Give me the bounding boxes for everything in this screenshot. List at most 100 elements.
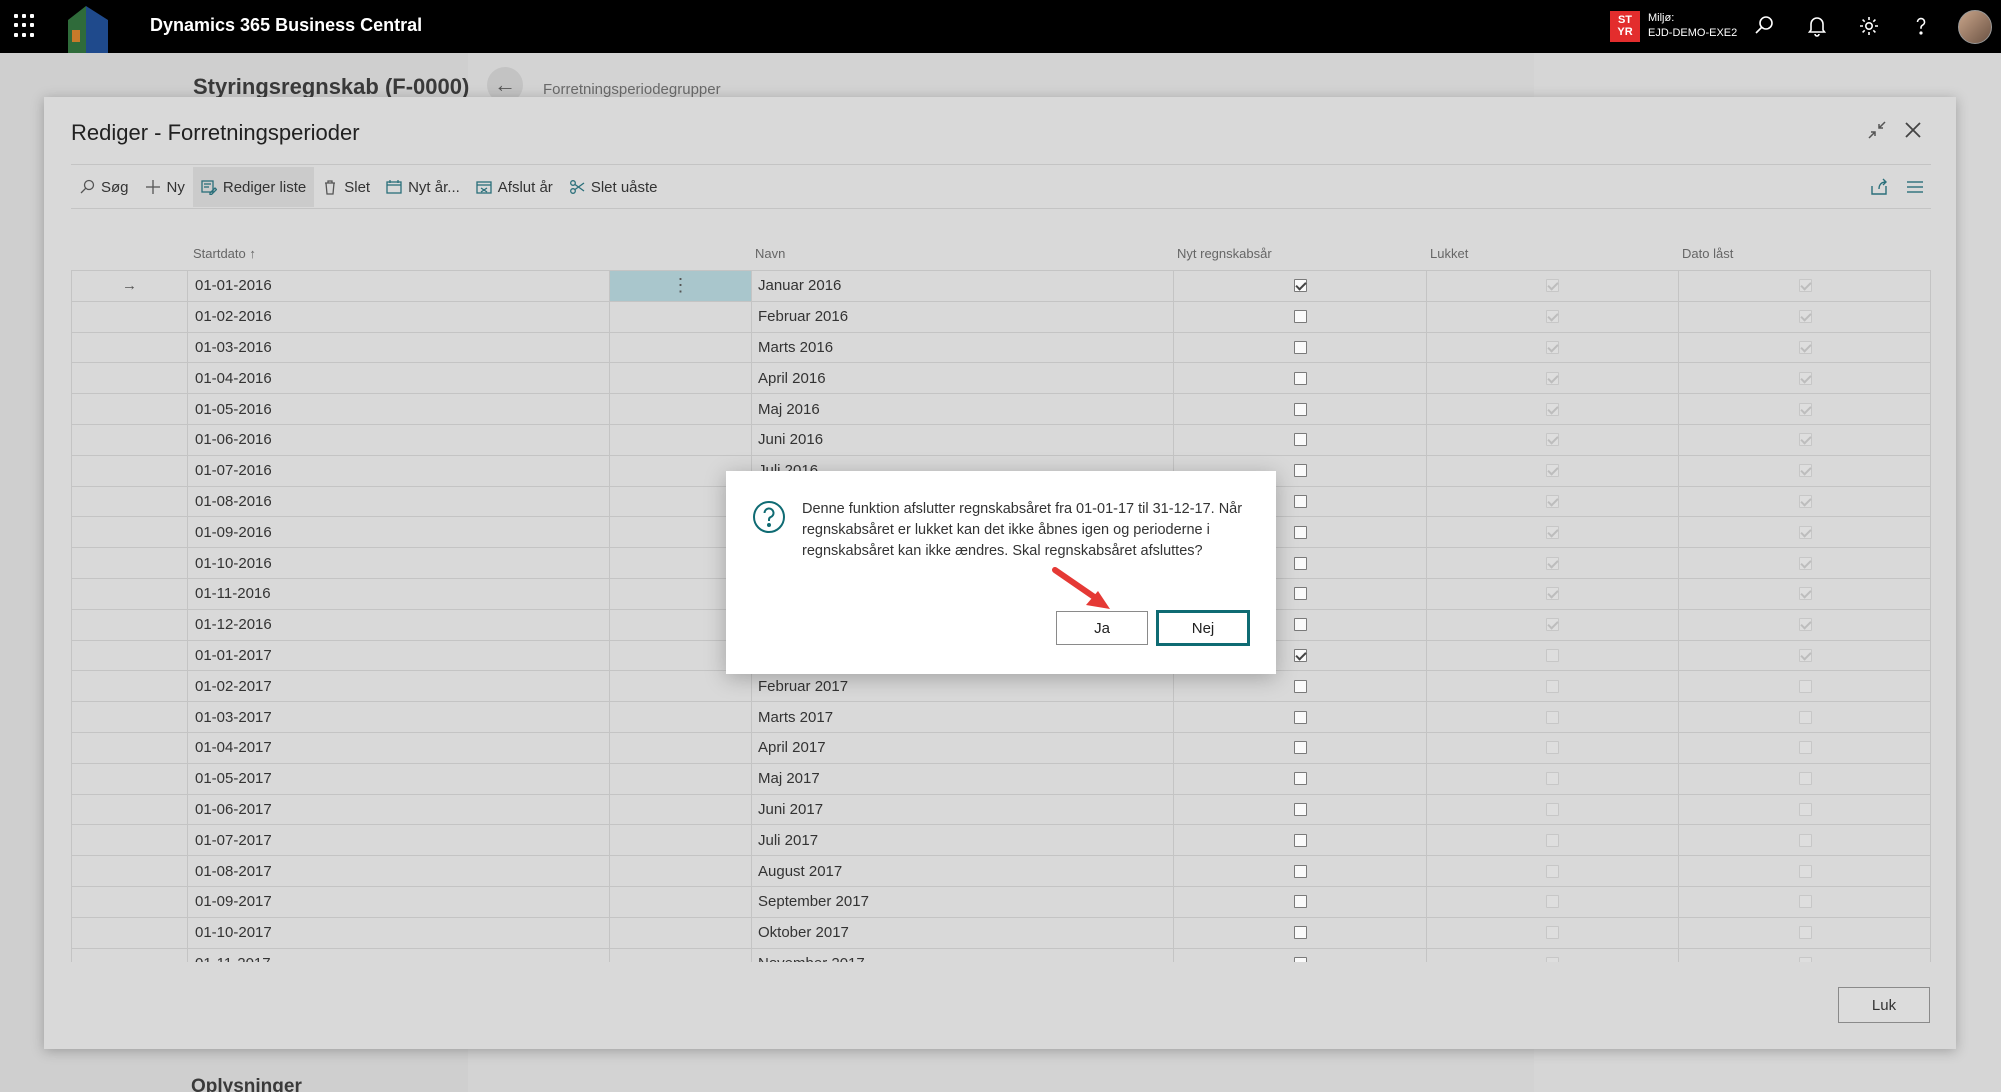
start-date-cell[interactable]: 01-03-2016 (187, 332, 609, 363)
new-fiscal-year-cell[interactable] (1173, 763, 1426, 794)
table-row[interactable]: 01-03-2016 Marts 2016 (72, 332, 1930, 364)
name-cell[interactable]: Februar 2017 (751, 671, 1173, 702)
name-cell[interactable]: Marts 2017 (751, 702, 1173, 732)
close-button[interactable]: Luk (1838, 987, 1930, 1023)
start-date-cell[interactable]: 01-01-2016 (187, 271, 609, 301)
checkbox[interactable] (1293, 741, 1307, 755)
new-fiscal-year-cell[interactable] (1173, 732, 1426, 763)
checkbox[interactable] (1293, 802, 1307, 816)
close-icon[interactable] (1900, 117, 1926, 143)
start-date-cell[interactable]: 01-10-2016 (187, 548, 609, 578)
table-row[interactable]: 01-08-2017 August 2017 (72, 856, 1930, 887)
new-year-action[interactable]: Nyt år... (378, 167, 468, 207)
name-cell[interactable]: September 2017 (751, 886, 1173, 917)
new-fiscal-year-cell[interactable] (1173, 363, 1426, 394)
start-date-cell[interactable]: 01-04-2017 (187, 732, 609, 763)
help-icon[interactable] (1909, 14, 1933, 38)
checkbox[interactable] (1293, 833, 1307, 847)
row-menu-icon[interactable] (609, 424, 751, 455)
checkbox[interactable] (1293, 340, 1307, 354)
start-date-cell[interactable]: 01-11-2017 (187, 948, 609, 962)
table-row[interactable]: → 01-01-2016 ⋮ Januar 2016 (72, 271, 1930, 302)
start-date-cell[interactable]: 01-07-2017 (187, 825, 609, 856)
new-fiscal-year-cell[interactable] (1173, 671, 1426, 702)
name-cell[interactable]: November 2017 (751, 948, 1173, 962)
column-date-locked[interactable]: Dato låst (1682, 246, 1733, 261)
table-row[interactable]: 01-04-2017 April 2017 (72, 732, 1930, 764)
checkbox[interactable] (1293, 371, 1307, 385)
new-fiscal-year-cell[interactable] (1173, 424, 1426, 455)
new-fiscal-year-cell[interactable] (1173, 394, 1426, 424)
row-menu-icon[interactable] (609, 301, 751, 332)
checkbox[interactable] (1293, 926, 1307, 940)
start-date-cell[interactable]: 01-12-2016 (187, 609, 609, 640)
table-row[interactable]: 01-05-2017 Maj 2017 (72, 763, 1930, 795)
table-row[interactable]: 01-10-2017 Oktober 2017 (72, 917, 1930, 949)
table-row[interactable]: 01-06-2017 Juni 2017 (72, 794, 1930, 826)
start-date-cell[interactable]: 01-09-2016 (187, 517, 609, 548)
gear-icon[interactable] (1857, 14, 1881, 38)
checkbox[interactable] (1293, 772, 1307, 786)
table-row[interactable]: 01-09-2017 September 2017 (72, 886, 1930, 918)
row-menu-icon[interactable] (609, 856, 751, 886)
checkbox[interactable] (1293, 464, 1307, 478)
column-new-fiscal-year[interactable]: Nyt regnskabsår (1177, 246, 1272, 261)
name-cell[interactable]: Juni 2016 (751, 424, 1173, 455)
name-cell[interactable]: Februar 2016 (751, 301, 1173, 332)
checkbox[interactable] (1293, 895, 1307, 909)
checkbox[interactable] (1293, 587, 1307, 601)
checkbox[interactable] (1293, 433, 1307, 447)
row-menu-icon[interactable] (609, 917, 751, 948)
table-row[interactable]: 01-11-2017 November 2017 (72, 948, 1930, 962)
row-menu-icon[interactable] (609, 886, 751, 917)
start-date-cell[interactable]: 01-10-2017 (187, 917, 609, 948)
new-fiscal-year-cell[interactable] (1173, 794, 1426, 825)
name-cell[interactable]: April 2017 (751, 732, 1173, 763)
new-fiscal-year-cell[interactable] (1173, 825, 1426, 856)
name-cell[interactable]: Oktober 2017 (751, 917, 1173, 948)
checkbox[interactable] (1293, 648, 1307, 662)
share-icon[interactable] (1868, 176, 1890, 198)
checkbox[interactable] (1293, 310, 1307, 324)
search-icon[interactable] (1752, 14, 1776, 38)
app-launcher-icon[interactable] (14, 14, 38, 38)
environment-badge[interactable]: ST YR (1610, 11, 1640, 42)
name-cell[interactable]: Marts 2016 (751, 332, 1173, 363)
edit-list-action[interactable]: Rediger liste (192, 167, 315, 207)
start-date-cell[interactable]: 01-08-2017 (187, 856, 609, 886)
row-menu-icon[interactable] (609, 732, 751, 763)
row-menu-icon[interactable] (609, 763, 751, 794)
start-date-cell[interactable]: 01-07-2016 (187, 455, 609, 486)
table-row[interactable]: 01-02-2016 Februar 2016 (72, 301, 1930, 333)
start-date-cell[interactable]: 01-02-2017 (187, 671, 609, 702)
column-start-date[interactable]: Startdato ↑ (193, 246, 256, 261)
name-cell[interactable]: Juli 2017 (751, 825, 1173, 856)
start-date-cell[interactable]: 01-04-2016 (187, 363, 609, 394)
name-cell[interactable]: April 2016 (751, 363, 1173, 394)
delete-unused-action[interactable]: Slet uåste (561, 167, 666, 207)
start-date-cell[interactable]: 01-08-2016 (187, 486, 609, 517)
new-action[interactable]: Ny (137, 167, 193, 207)
new-fiscal-year-cell[interactable] (1173, 271, 1426, 301)
name-cell[interactable]: Januar 2016 (751, 271, 1173, 301)
delete-action[interactable]: Slet (314, 167, 378, 207)
environment-label[interactable]: Miljø: EJD-DEMO-EXE2 (1648, 11, 1737, 41)
start-date-cell[interactable]: 01-02-2016 (187, 301, 609, 332)
checkbox[interactable] (1293, 956, 1307, 962)
row-menu-icon[interactable] (609, 671, 751, 702)
column-name[interactable]: Navn (755, 246, 785, 261)
start-date-cell[interactable]: 01-09-2017 (187, 886, 609, 917)
app-title[interactable]: Dynamics 365 Business Central (150, 15, 422, 36)
name-cell[interactable]: Juni 2017 (751, 794, 1173, 825)
name-cell[interactable]: Maj 2016 (751, 394, 1173, 424)
collapse-icon[interactable] (1864, 117, 1890, 143)
new-fiscal-year-cell[interactable] (1173, 702, 1426, 732)
list-view-icon[interactable] (1904, 176, 1926, 198)
yes-button[interactable]: Ja (1056, 611, 1148, 645)
table-row[interactable]: 01-07-2017 Juli 2017 (72, 825, 1930, 857)
checkbox[interactable] (1293, 679, 1307, 693)
table-row[interactable]: 01-02-2017 Februar 2017 (72, 671, 1930, 703)
new-fiscal-year-cell[interactable] (1173, 948, 1426, 962)
user-avatar[interactable] (1958, 10, 1992, 44)
start-date-cell[interactable]: 01-01-2017 (187, 640, 609, 671)
